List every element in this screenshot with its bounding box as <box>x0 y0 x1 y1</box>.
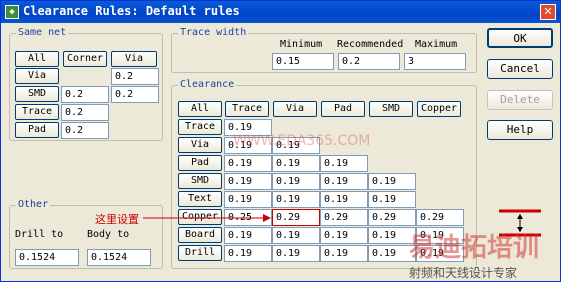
clearance-row-drill-button[interactable]: Drill <box>178 245 222 261</box>
clearance-row-pad-button[interactable]: Pad <box>178 155 222 171</box>
recommended-label: Recommended <box>337 39 404 50</box>
help-button[interactable]: Help <box>487 120 553 140</box>
clearance-col-all-button[interactable]: All <box>178 101 222 117</box>
drill-to-input[interactable]: 0.1524 <box>15 249 79 266</box>
clearance-cell[interactable]: 0.29 <box>320 209 368 226</box>
cancel-button[interactable]: Cancel <box>487 59 553 79</box>
clearance-cell[interactable]: 0.19 <box>272 227 320 244</box>
clearance-cell[interactable]: 0.19 <box>320 155 368 172</box>
clearance-cell[interactable]: 0.19 <box>272 155 320 172</box>
same-net-all-button[interactable]: All <box>15 51 59 67</box>
clearance-row-board-button[interactable]: Board <box>178 227 222 243</box>
clearance-label: Clearance <box>178 79 237 90</box>
clearance-cell[interactable]: 0.29 <box>272 209 320 226</box>
clearance-col-trace-button[interactable]: Trace <box>225 101 269 117</box>
body-to-input[interactable]: 0.1524 <box>87 249 151 266</box>
clearance-row-text-button[interactable]: Text <box>178 191 222 207</box>
same-net-row-via[interactable]: Via <box>15 68 59 84</box>
trace-width-label: Trace width <box>178 27 249 38</box>
same-net-cell[interactable]: 0.2 <box>61 86 109 103</box>
annotation-text: 这里设置 <box>95 213 139 226</box>
clearance-cell[interactable]: 0.19 <box>224 155 272 172</box>
same-net-cell[interactable]: 0.2 <box>61 104 109 121</box>
ok-button[interactable]: OK <box>487 28 553 48</box>
body-to-label: Body to <box>87 229 130 240</box>
same-net-via-button[interactable]: Via <box>111 51 157 67</box>
same-net-row-trace[interactable]: Trace <box>15 104 59 120</box>
minimum-label: Minimum <box>280 39 323 50</box>
recommended-width-input[interactable]: 0.2 <box>338 53 400 70</box>
app-icon: ◆ <box>5 5 19 19</box>
clearance-col-pad-button[interactable]: Pad <box>321 101 365 117</box>
clearance-cell[interactable]: 0.19 <box>320 173 368 190</box>
clearance-col-via-button[interactable]: Via <box>273 101 317 117</box>
watermark-brand: 易迪拓培训 <box>409 233 540 263</box>
watermark-url: WWW.EDA365.COM <box>233 133 371 149</box>
clearance-cell[interactable]: 0.19 <box>320 191 368 208</box>
clearance-cell[interactable]: 0.19 <box>320 245 368 262</box>
clearance-row-smd-button[interactable]: SMD <box>178 173 222 189</box>
clearance-cell[interactable]: 0.19 <box>320 227 368 244</box>
clearance-cell[interactable]: 0.19 <box>224 227 272 244</box>
same-net-cell[interactable]: 0.2 <box>111 86 159 103</box>
clearance-cell[interactable]: 0.19 <box>224 191 272 208</box>
clearance-cell[interactable]: 0.29 <box>368 209 416 226</box>
clearance-cell[interactable]: 0.19 <box>224 173 272 190</box>
clearance-col-copper-button[interactable]: Copper <box>417 101 461 117</box>
clearance-cell[interactable]: 0.19 <box>272 191 320 208</box>
clearance-row-via-button[interactable]: Via <box>178 137 222 153</box>
same-net-cell[interactable]: 0.2 <box>61 122 109 139</box>
same-net-label: Same net <box>16 27 69 38</box>
same-net-cell[interactable]: 0.2 <box>111 68 159 85</box>
clearance-row-trace-button[interactable]: Trace <box>178 119 222 135</box>
drill-to-label: Drill to <box>15 229 64 240</box>
other-label: Other <box>16 199 51 210</box>
watermark-slogan: 射频和天线设计专家 <box>409 266 518 280</box>
close-icon[interactable]: ✕ <box>540 4 556 20</box>
same-net-row-smd[interactable]: SMD <box>15 86 59 102</box>
maximum-label: Maximum <box>415 39 458 50</box>
clearance-cell[interactable]: 0.19 <box>272 173 320 190</box>
clearance-cell[interactable]: 0.19 <box>224 245 272 262</box>
clearance-cell[interactable]: 0.29 <box>416 209 464 226</box>
same-net-row-pad[interactable]: Pad <box>15 122 59 138</box>
clearance-cell[interactable]: 0.19 <box>368 173 416 190</box>
clearance-col-smd-button[interactable]: SMD <box>369 101 413 117</box>
same-net-corner-button[interactable]: Corner <box>63 51 107 67</box>
window-title: Clearance Rules: Default rules <box>23 4 240 18</box>
title-bar[interactable]: ◆ Clearance Rules: Default rules ✕ <box>1 1 560 23</box>
clearance-cell[interactable]: 0.19 <box>368 191 416 208</box>
annotation-arrow <box>143 214 271 222</box>
minimum-width-input[interactable]: 0.15 <box>272 53 334 70</box>
delete-button[interactable]: Delete <box>487 90 553 110</box>
dialog-window: ◆ Clearance Rules: Default rules ✕ Same … <box>0 0 561 282</box>
clearance-cell[interactable]: 0.19 <box>272 245 320 262</box>
maximum-width-input[interactable]: 3 <box>404 53 466 70</box>
